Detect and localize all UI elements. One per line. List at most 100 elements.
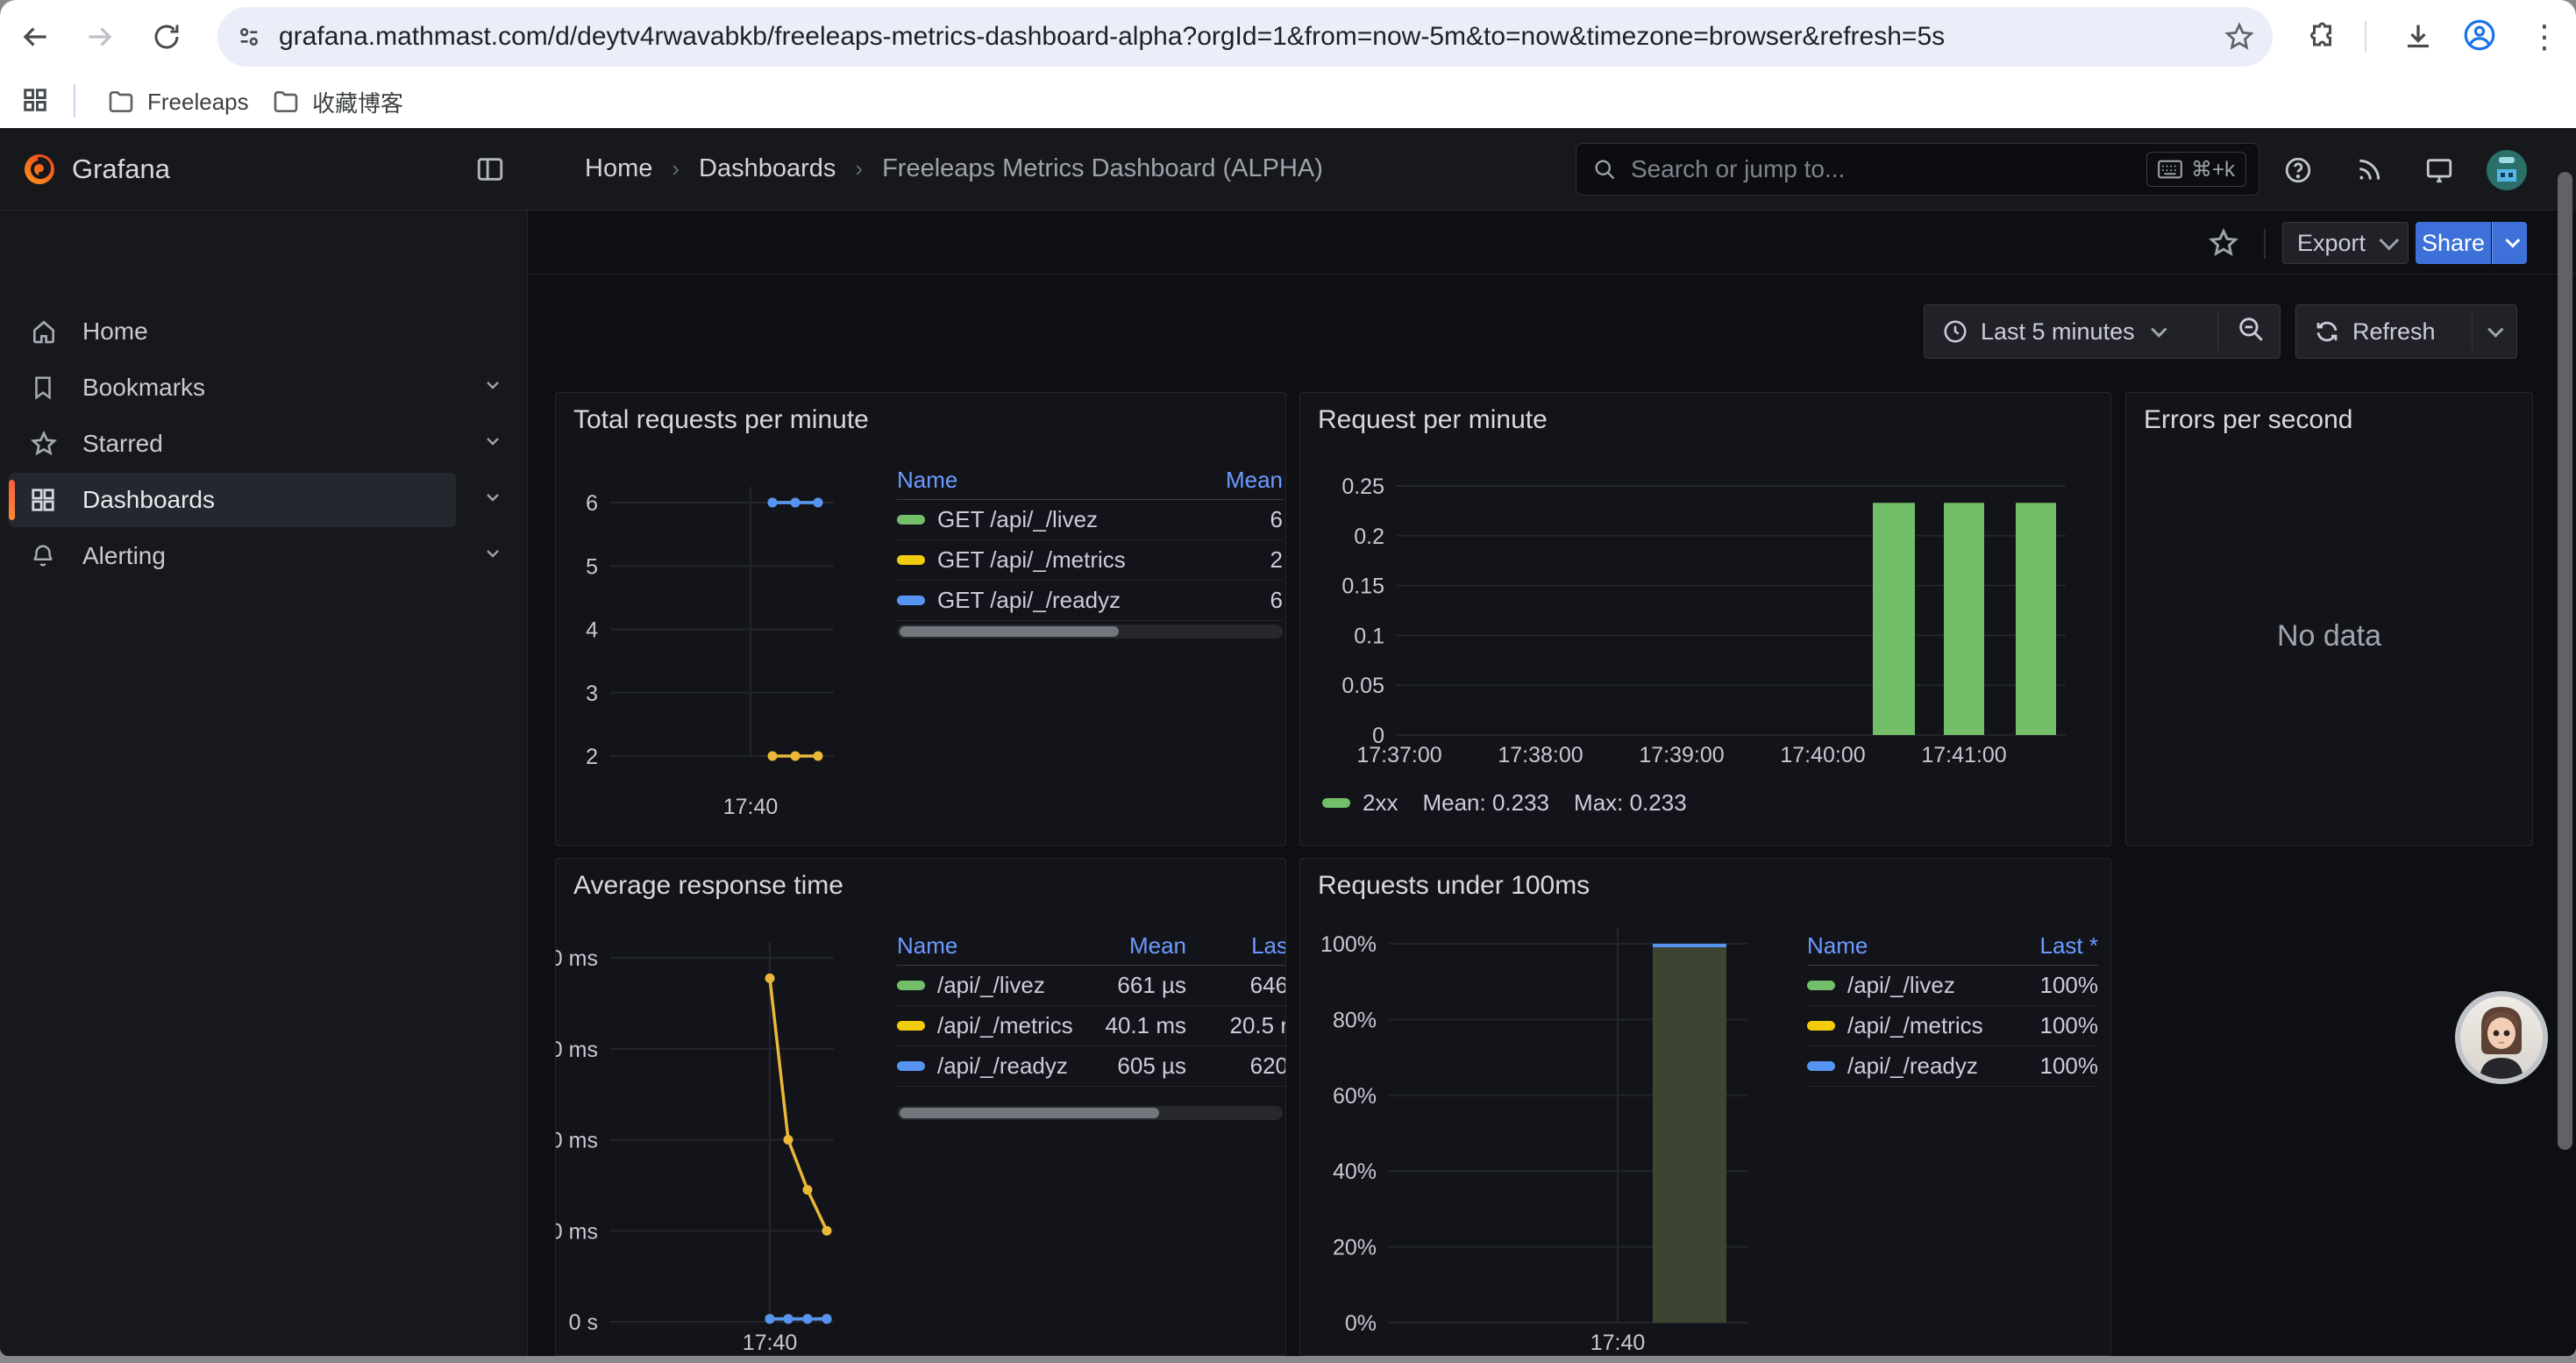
refresh-button[interactable]: Refresh <box>2295 304 2517 359</box>
series-chip[interactable] <box>897 555 925 565</box>
chevron-down-icon[interactable] <box>2487 321 2503 337</box>
col-name[interactable]: Name <box>897 932 1081 960</box>
chevron-down-icon[interactable] <box>482 374 503 402</box>
browser-menu-icon[interactable]: ⋮ <box>2525 18 2564 56</box>
col-last[interactable]: Last * <box>2002 932 2098 960</box>
panel-average-response-time[interactable]: Average response time 80 ms60 ms40 ms20 … <box>555 858 1286 1356</box>
legend-row[interactable]: GET /api/_/metrics 2 <box>897 540 1283 581</box>
help-icon[interactable] <box>2282 154 2314 186</box>
zoom-out-icon[interactable] <box>2236 314 2266 350</box>
legend-row[interactable]: GET /api/_/readyz 6 <box>897 581 1283 621</box>
share-button[interactable]: Share <box>2416 222 2491 264</box>
sidebar-item-bookmarks[interactable]: Bookmarks <box>9 360 456 415</box>
sidebar-item-alerting[interactable]: Alerting <box>9 529 456 583</box>
downloads-icon[interactable] <box>2399 18 2437 56</box>
x-tick-label: 17:40 <box>723 795 779 819</box>
series-name[interactable]: /api/_/readyz <box>1847 1053 1978 1080</box>
browser-toolbar: grafana.mathmast.com/d/deytv4rwavabkb/fr… <box>0 0 2576 74</box>
legend-row[interactable]: /api/_/metrics 40.1 ms 20.5 r <box>897 1006 1286 1046</box>
series-name[interactable]: /api/_/readyz <box>937 1053 1068 1080</box>
series-name[interactable]: /api/_/livez <box>937 972 1045 999</box>
reload-button[interactable] <box>147 18 186 56</box>
series-chip[interactable] <box>1807 981 1835 990</box>
profile-icon[interactable] <box>2460 16 2499 54</box>
series-chip[interactable] <box>897 1061 925 1071</box>
x-tick-label: 17:40 <box>743 1331 798 1355</box>
time-range-picker[interactable]: Last 5 minutes <box>1924 304 2281 359</box>
floating-assistant-avatar[interactable] <box>2455 991 2548 1084</box>
sidebar-item-label: Dashboards <box>82 486 215 514</box>
x-tick-label: 17:40 <box>1590 1331 1646 1355</box>
col-mean[interactable]: Mean <box>1081 932 1186 960</box>
apps-grid-icon[interactable] <box>16 81 54 119</box>
favorite-star-icon[interactable] <box>2208 227 2239 263</box>
panel-request-per-minute[interactable]: Request per minute 0.250.20.150.10.05017… <box>1299 392 2111 846</box>
panel-errors-per-second[interactable]: Errors per second No data <box>2125 392 2533 846</box>
series-chip[interactable] <box>1807 1061 1835 1071</box>
series-chip[interactable] <box>1807 1021 1835 1031</box>
user-avatar[interactable] <box>2487 150 2527 190</box>
legend-row[interactable]: /api/_/livez 661 µs 646 <box>897 966 1286 1006</box>
series-max: Max: 0.233 <box>1574 789 1687 817</box>
bookmark-folder-blogs[interactable]: 收藏博客 <box>272 84 403 119</box>
col-mean[interactable]: Mean <box>1195 467 1283 494</box>
sidebar: Home Bookmarks Starred Dashboards <box>0 211 528 1356</box>
series-name[interactable]: /api/_/metrics <box>1847 1012 1983 1039</box>
series-name[interactable]: /api/_/livez <box>1847 972 1955 999</box>
legend-scrollbar[interactable] <box>897 1106 1283 1120</box>
extensions-icon[interactable] <box>2304 18 2343 56</box>
legend-row[interactable]: /api/_/metrics 100% <box>1807 1006 2098 1046</box>
col-name[interactable]: Name <box>1807 932 2002 960</box>
share-menu-button[interactable] <box>2492 222 2527 264</box>
series-name[interactable]: GET /api/_/metrics <box>937 546 1126 574</box>
series-chip[interactable] <box>897 596 925 605</box>
legend-row[interactable]: /api/_/readyz 100% <box>1807 1046 2098 1087</box>
sidebar-item-starred[interactable]: Starred <box>9 417 456 471</box>
legend-row[interactable]: GET /api/_/livez 6 <box>897 500 1283 540</box>
sidebar-item-dashboards[interactable]: Dashboards <box>9 473 456 527</box>
series-chip[interactable] <box>897 515 925 525</box>
legend-scrollbar[interactable] <box>897 624 1283 639</box>
legend-row[interactable]: /api/_/readyz 605 µs 620 <box>897 1046 1286 1087</box>
back-button[interactable] <box>16 18 54 56</box>
chevron-down-icon[interactable] <box>482 486 503 514</box>
series-mean: 6 <box>1195 506 1283 533</box>
series-last: 100% <box>2002 1053 2098 1080</box>
news-rss-icon[interactable] <box>2353 154 2385 186</box>
bookmark-folder-freeleaps[interactable]: Freeleaps <box>107 84 249 119</box>
dock-menu-toggle[interactable] <box>475 154 505 189</box>
address-bar[interactable]: grafana.mathmast.com/d/deytv4rwavabkb/fr… <box>217 7 2273 67</box>
export-button[interactable]: Export <box>2282 222 2409 264</box>
series-name[interactable]: GET /api/_/readyz <box>937 587 1121 614</box>
data-point <box>765 1314 775 1324</box>
chevron-down-icon[interactable] <box>482 542 503 570</box>
breadcrumb-home[interactable]: Home <box>585 154 652 183</box>
series-chip[interactable] <box>897 981 925 990</box>
series-name[interactable]: GET /api/_/livez <box>937 506 1098 533</box>
panel-requests-under-100ms[interactable]: Requests under 100ms 100%80%60%40%20%0%1… <box>1299 858 2111 1356</box>
series-chip[interactable] <box>897 1021 925 1031</box>
panel-total-requests[interactable]: Total requests per minute 6543217:40 Nam… <box>555 392 1286 846</box>
vertical-scrollbar[interactable] <box>2558 172 2572 1150</box>
chevron-down-icon[interactable] <box>482 430 503 458</box>
url-text[interactable]: grafana.mathmast.com/d/deytv4rwavabkb/fr… <box>279 22 1945 52</box>
keyboard-icon <box>2158 160 2182 179</box>
series-name[interactable]: /api/_/metrics <box>937 1012 1073 1039</box>
bar <box>1653 947 1726 1323</box>
y-tick-label: 60% <box>1333 1084 1377 1109</box>
series-name[interactable]: 2xx <box>1363 789 1398 817</box>
legend-table: Name Mean GET /api/_/livez 6 GET /api/_/… <box>897 461 1283 621</box>
data-point <box>822 1314 832 1324</box>
col-name[interactable]: Name <box>897 467 1195 494</box>
col-last[interactable]: Las <box>1186 932 1286 960</box>
series-chip[interactable] <box>1322 798 1350 808</box>
bookmark-star-icon[interactable] <box>2220 18 2259 56</box>
legend-row[interactable]: /api/_/livez 100% <box>1807 966 2098 1006</box>
site-settings-icon[interactable] <box>230 18 268 56</box>
sidebar-item-home[interactable]: Home <box>9 304 456 359</box>
breadcrumb-dashboards[interactable]: Dashboards <box>699 154 836 183</box>
forward-button[interactable] <box>81 18 119 56</box>
search-input[interactable]: Search or jump to... ⌘+k <box>1576 143 2259 196</box>
kiosk-monitor-icon[interactable] <box>2423 154 2455 186</box>
toolbar-divider <box>2365 21 2366 53</box>
